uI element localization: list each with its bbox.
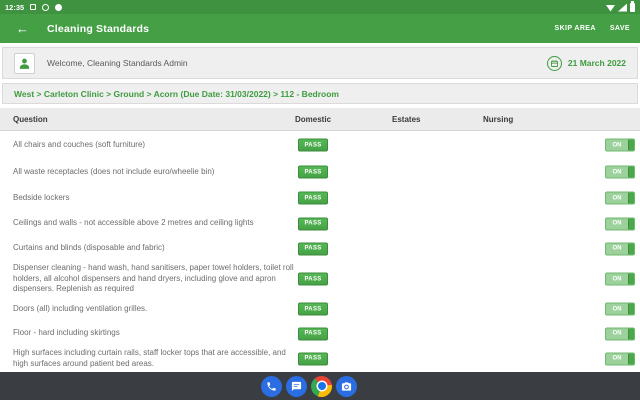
column-header-nursing: Nursing <box>483 115 514 124</box>
camera-icon[interactable] <box>336 375 357 397</box>
on-toggle[interactable]: ON <box>605 302 635 316</box>
app-bar: ← Cleaning Standards SKIP AREA SAVE <box>0 14 640 43</box>
table-row: High surfaces including curtain rails, s… <box>0 346 640 371</box>
back-arrow-icon[interactable]: ← <box>16 22 29 35</box>
toggle-thumb <box>628 353 634 364</box>
pass-button[interactable]: PASS <box>298 138 328 152</box>
toggle-thumb <box>628 303 634 315</box>
table-row: Ceilings and walls - not accessible abov… <box>0 211 640 236</box>
toggle-thumb <box>628 243 634 254</box>
chrome-icon-center <box>317 382 326 390</box>
table-row: All chairs and couches (soft furniture) … <box>0 131 640 159</box>
column-header-domestic: Domestic <box>295 115 332 124</box>
question-text: High surfaces including curtain rails, s… <box>13 348 286 368</box>
on-toggle[interactable]: ON <box>605 165 635 179</box>
skip-area-button[interactable]: SKIP AREA <box>555 25 596 32</box>
welcome-text: Welcome, Cleaning Standards Admin <box>47 58 188 68</box>
dock <box>0 372 640 400</box>
pass-button[interactable]: PASS <box>298 352 328 365</box>
notification-app-icon <box>30 4 37 10</box>
person-icon <box>19 58 30 69</box>
table-row: Bedside lockers PASS ON <box>0 185 640 211</box>
question-text: All chairs and couches (soft furniture) <box>13 139 146 149</box>
pass-button[interactable]: PASS <box>298 272 328 286</box>
column-header-question: Question <box>13 115 48 124</box>
on-toggle[interactable]: ON <box>605 138 635 152</box>
chrome-icon[interactable] <box>311 375 332 397</box>
on-toggle[interactable]: ON <box>605 191 635 205</box>
phone-icon[interactable] <box>261 375 282 397</box>
toggle-label: ON <box>612 169 622 175</box>
toggle-thumb <box>628 139 634 151</box>
column-header-estates: Estates <box>392 115 421 124</box>
toggle-label: ON <box>612 306 622 312</box>
question-text: Ceilings and walls - not accessible abov… <box>13 218 254 228</box>
pass-button[interactable]: PASS <box>298 191 328 205</box>
breadcrumb: West > Carleton Clinic > Ground > Acorn … <box>14 88 339 99</box>
table-row: All waste receptacles (does not include … <box>0 159 640 185</box>
table-row: Dispenser cleaning - hand wash, hand san… <box>0 261 640 297</box>
table-row: Curtains and blinds (disposable and fabr… <box>0 236 640 261</box>
toggle-thumb <box>628 166 634 178</box>
question-list: All chairs and couches (soft furniture) … <box>0 131 640 371</box>
current-date: 21 March 2022 <box>567 58 626 68</box>
cell-signal-icon <box>618 3 627 12</box>
battery-icon <box>630 0 635 12</box>
breadcrumb-bar: West > Carleton Clinic > Ground > Acorn … <box>2 83 638 104</box>
pass-button[interactable]: PASS <box>298 302 328 316</box>
toggle-label: ON <box>612 330 622 337</box>
notification-circle-icon <box>42 3 50 11</box>
table-row: Floor - hard including skirtings PASS ON <box>0 321 640 346</box>
question-text: Doors (all) including ventilation grille… <box>13 303 148 313</box>
on-toggle[interactable]: ON <box>605 327 635 340</box>
on-toggle[interactable]: ON <box>605 272 635 286</box>
wifi-icon <box>606 4 615 12</box>
toggle-thumb <box>628 192 634 204</box>
question-text: Curtains and blinds (disposable and fabr… <box>13 243 165 253</box>
on-toggle[interactable]: ON <box>605 242 635 255</box>
welcome-bar: Welcome, Cleaning Standards Admin 21 Mar… <box>2 47 638 79</box>
pass-button[interactable]: PASS <box>298 165 328 179</box>
user-avatar <box>14 52 35 74</box>
pass-button[interactable]: PASS <box>298 242 328 255</box>
question-text: All waste receptacles (does not include … <box>13 166 215 176</box>
toggle-label: ON <box>612 220 622 227</box>
toggle-label: ON <box>612 355 622 362</box>
toggle-label: ON <box>612 245 622 252</box>
question-text: Bedside lockers <box>13 192 70 202</box>
pass-button[interactable]: PASS <box>298 217 328 230</box>
screen: 12:35 ← Cleaning Standards SKIP AREA SAV… <box>0 0 640 400</box>
toggle-thumb <box>628 218 634 229</box>
calendar-icon <box>546 55 562 71</box>
question-text: Floor - hard including skirtings <box>13 328 120 338</box>
toggle-label: ON <box>612 142 622 148</box>
notification-dot-icon <box>55 3 63 11</box>
toggle-thumb <box>628 328 634 339</box>
messages-icon[interactable] <box>286 375 307 397</box>
table-header: Question Domestic Estates Nursing <box>0 108 640 131</box>
clock: 12:35 <box>5 2 25 12</box>
page-title: Cleaning Standards <box>47 22 150 35</box>
toggle-label: ON <box>612 195 622 201</box>
status-bar: 12:35 <box>0 0 640 14</box>
save-button[interactable]: SAVE <box>610 25 630 32</box>
toggle-thumb <box>628 273 634 285</box>
table-row: Doors (all) including ventilation grille… <box>0 297 640 321</box>
date-picker[interactable]: 21 March 2022 <box>546 55 626 71</box>
toggle-label: ON <box>612 276 622 282</box>
on-toggle[interactable]: ON <box>605 352 635 365</box>
question-text: Dispenser cleaning - hand wash, hand san… <box>13 263 294 294</box>
on-toggle[interactable]: ON <box>605 217 635 230</box>
pass-button[interactable]: PASS <box>298 327 328 340</box>
